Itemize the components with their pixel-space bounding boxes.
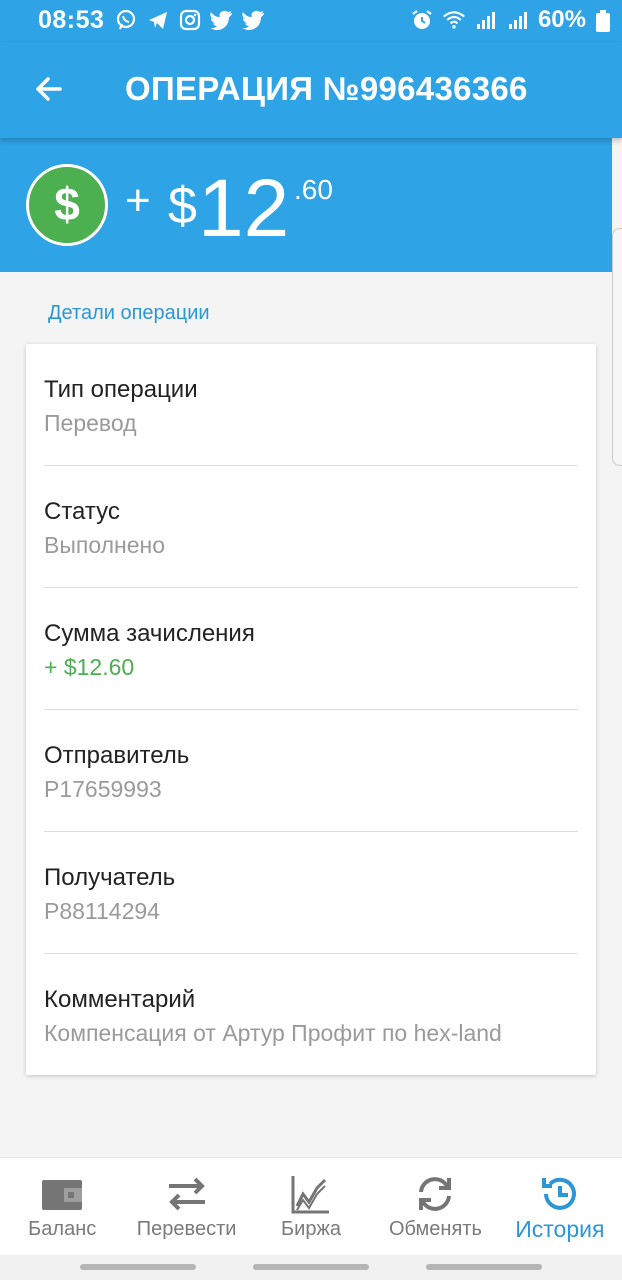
telegram-icon bbox=[146, 8, 170, 32]
amount-cents: .60 bbox=[294, 174, 333, 205]
detail-value: + $12.60 bbox=[44, 654, 135, 680]
transfer-icon bbox=[168, 1177, 205, 1211]
nav-label: Биржа bbox=[281, 1218, 341, 1240]
nav-label: Обменять bbox=[388, 1218, 482, 1240]
app-bar: ОПЕРАЦИЯ №996436366 bbox=[0, 42, 622, 138]
detail-row-sender: Отправитель P17659993 bbox=[44, 710, 578, 832]
page-title: ОПЕРАЦИЯ №996436366 bbox=[125, 70, 528, 107]
nav-balance[interactable]: Баланс bbox=[0, 1158, 124, 1256]
detail-row-status: Статус Выполнено bbox=[44, 466, 578, 588]
status-bar: 08:53 60% bbox=[0, 0, 622, 42]
detail-label: Получатель bbox=[44, 864, 176, 891]
dollar-icon: $ bbox=[26, 164, 108, 246]
battery-percent: 60% bbox=[537, 6, 586, 33]
details-card: Тип операции Перевод Статус Выполнено Су… bbox=[26, 344, 596, 1075]
status-time: 08:53 bbox=[38, 6, 105, 34]
detail-value: P17659993 bbox=[44, 776, 162, 802]
detail-label: Комментарий bbox=[44, 986, 196, 1013]
twitter-icon bbox=[242, 8, 266, 32]
bottom-navigation: Баланс Перевести Биржа Обменять История bbox=[0, 1157, 622, 1256]
instagram-icon bbox=[178, 8, 202, 32]
alarm-icon bbox=[410, 8, 434, 32]
amount-value: 12 bbox=[198, 163, 290, 254]
detail-label: Статус bbox=[44, 498, 120, 525]
battery-icon bbox=[596, 10, 610, 32]
arrow-back-icon bbox=[36, 77, 62, 101]
detail-row-recipient: Получатель P88114294 bbox=[44, 832, 578, 954]
section-title: Детали операции bbox=[48, 302, 210, 324]
nav-exchange-market[interactable]: Биржа bbox=[249, 1158, 373, 1256]
signal-icon bbox=[506, 8, 530, 32]
signal-icon bbox=[474, 8, 498, 32]
detail-label: Отправитель bbox=[44, 742, 190, 769]
nav-swap[interactable]: Обменять bbox=[373, 1158, 497, 1256]
amount-header: $ + $ 12 .60 bbox=[0, 138, 612, 272]
back-button[interactable] bbox=[26, 66, 72, 112]
nav-history[interactable]: История bbox=[498, 1158, 622, 1256]
detail-row-type: Тип операции Перевод bbox=[44, 344, 578, 466]
gesture-bar bbox=[0, 1255, 622, 1280]
nav-label: Перевести bbox=[136, 1218, 237, 1240]
chart-icon bbox=[291, 1176, 330, 1214]
svg-text:$: $ bbox=[54, 178, 80, 230]
twitter-icon bbox=[210, 8, 234, 32]
nav-transfer[interactable]: Перевести bbox=[124, 1158, 248, 1256]
gesture-hint bbox=[253, 1264, 369, 1270]
detail-value: Перевод bbox=[44, 410, 137, 436]
notification-icons bbox=[114, 8, 266, 32]
scroll-handle[interactable] bbox=[612, 228, 622, 466]
nav-label: Баланс bbox=[28, 1218, 97, 1240]
amount-sign: + bbox=[125, 176, 151, 225]
detail-label: Сумма зачисления bbox=[44, 620, 255, 647]
detail-value: Компенсация от Артур Профит по hex-land bbox=[44, 1020, 502, 1046]
detail-value: Выполнено bbox=[44, 532, 166, 558]
system-indicators: 60% bbox=[410, 6, 586, 34]
detail-row-amount: Сумма зачисления + $12.60 bbox=[44, 588, 578, 710]
wifi-icon bbox=[442, 8, 466, 32]
wallet-icon bbox=[42, 1180, 83, 1210]
detail-row-comment: Комментарий Компенсация от Артур Профит … bbox=[44, 954, 578, 1076]
nav-label: История bbox=[515, 1216, 605, 1242]
viber-icon bbox=[114, 8, 138, 32]
detail-label: Тип операции bbox=[44, 376, 198, 403]
gesture-hint bbox=[80, 1264, 196, 1270]
amount-currency: $ bbox=[168, 177, 197, 235]
exchange-icon bbox=[419, 1177, 452, 1211]
history-icon bbox=[541, 1177, 576, 1210]
gesture-hint bbox=[426, 1264, 542, 1270]
detail-value: P88114294 bbox=[44, 898, 160, 924]
